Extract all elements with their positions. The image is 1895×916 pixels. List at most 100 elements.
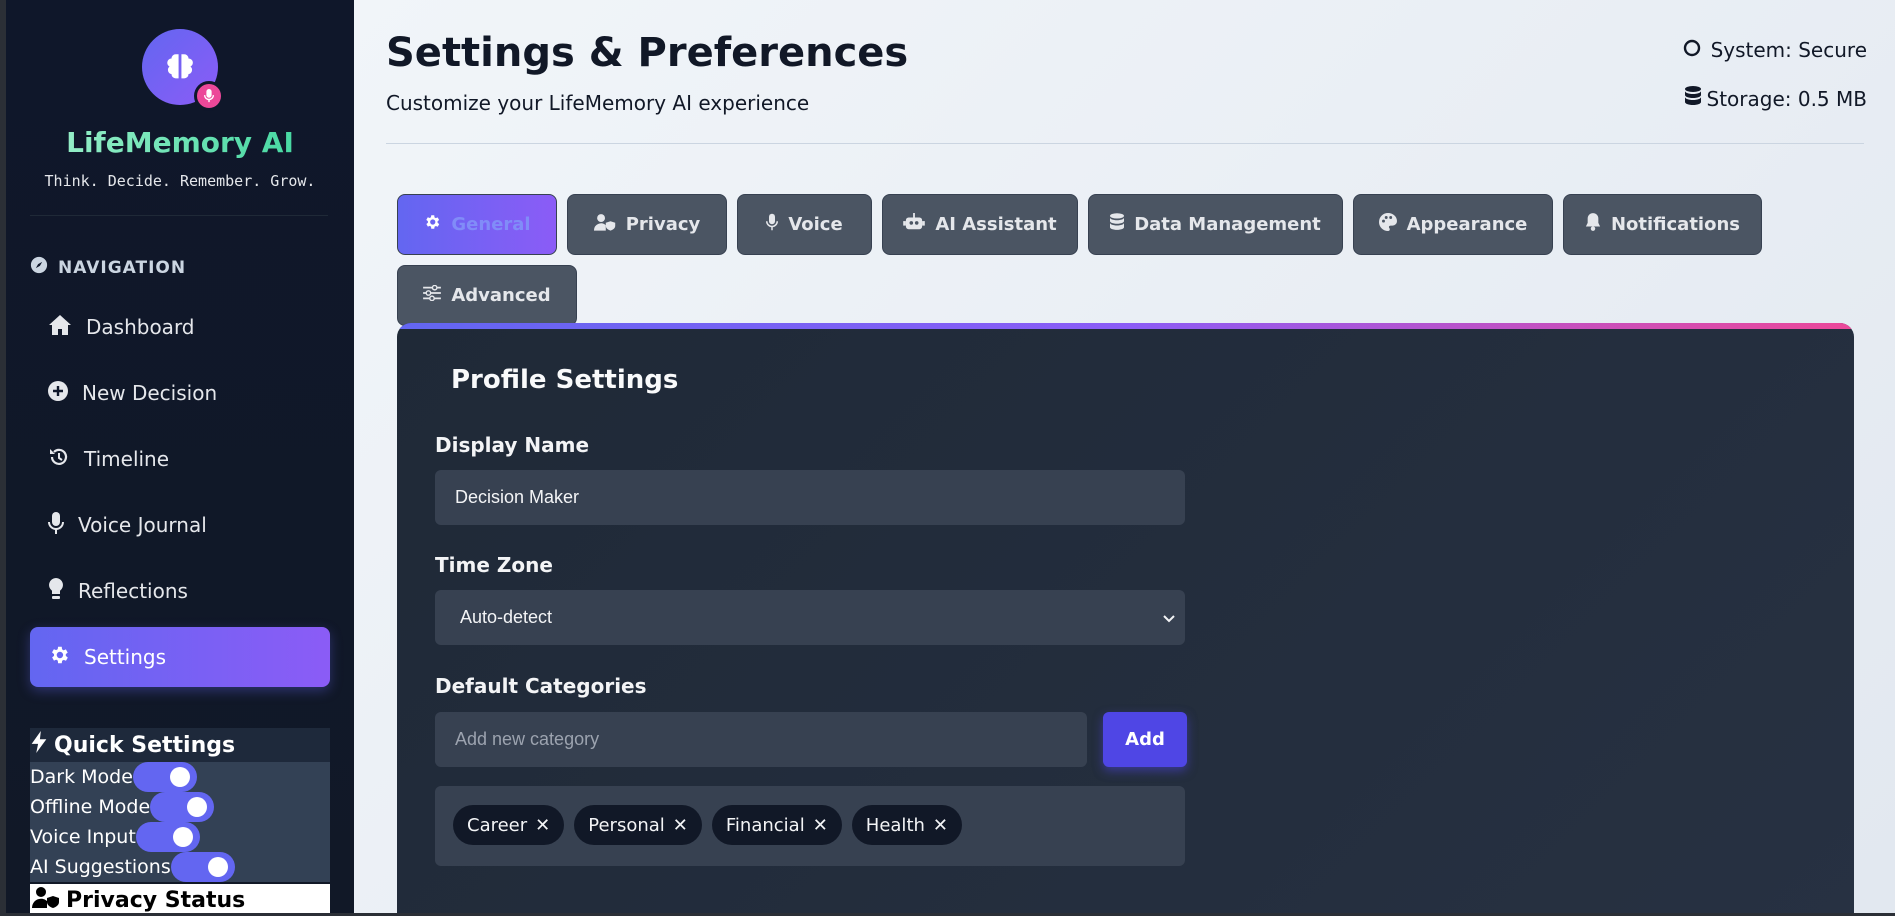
brand-tagline: Think. Decide. Remember. Grow. (44, 172, 316, 190)
storage-label: Storage: 0.5 MB (1706, 86, 1868, 111)
page-subtitle: Customize your LifeMemory AI experience (386, 91, 810, 115)
lightbulb-icon (48, 577, 64, 605)
quick-settings-panel: Quick Settings Dark Mode Offline Mode Vo… (30, 728, 330, 882)
system-status: System: Secure (1683, 38, 1867, 62)
microphone-badge-icon (194, 81, 224, 111)
status-circle-icon (1683, 38, 1701, 62)
sidebar-item-voice-journal[interactable]: Voice Journal (30, 495, 330, 555)
tab-voice[interactable]: Voice (737, 194, 872, 255)
page-title: Settings & Preferences (386, 30, 909, 76)
tab-label: Privacy (625, 214, 701, 235)
tab-general[interactable]: General (397, 194, 557, 255)
sliders-icon (423, 284, 442, 306)
category-chip: Health ✕ (851, 805, 962, 845)
categories-label: Default Categories (435, 674, 647, 698)
ai-suggestions-toggle[interactable] (170, 852, 235, 882)
gear-icon (423, 213, 441, 236)
chip-label: Personal (588, 814, 665, 836)
category-chip: Financial ✕ (711, 805, 842, 845)
database-icon (1684, 86, 1701, 111)
sidebar-item-label: Voice Journal (78, 513, 207, 537)
tab-privacy[interactable]: Privacy (567, 194, 727, 255)
close-icon[interactable]: ✕ (673, 815, 688, 836)
close-icon[interactable]: ✕ (535, 815, 550, 836)
tab-label: Voice (788, 214, 843, 235)
sidebar-item-label: Timeline (84, 447, 170, 471)
toggle-knob (207, 857, 228, 877)
sidebar: LifeMemory AI Think. Decide. Remember. G… (6, 0, 354, 913)
main-content: Settings & Preferences Customize your Li… (354, 0, 1895, 913)
app-logo (142, 29, 224, 111)
category-chip: Personal ✕ (574, 805, 702, 845)
voice-input-toggle[interactable] (135, 822, 200, 852)
quick-toggle-row: Voice Input (30, 822, 330, 852)
sidebar-item-settings[interactable]: Settings (30, 627, 330, 687)
tab-notifications[interactable]: Notifications (1563, 194, 1762, 255)
tab-ai-assistant[interactable]: AI Assistant (882, 194, 1078, 255)
tab-label: Advanced (451, 285, 551, 306)
microphone-icon (766, 213, 779, 236)
user-shield-icon (31, 886, 60, 913)
close-icon[interactable]: ✕ (813, 815, 828, 836)
toggle-knob (187, 797, 208, 817)
timezone-select[interactable]: Auto-detect (435, 590, 1185, 645)
display-name-input[interactable] (435, 470, 1185, 525)
robot-icon (903, 213, 926, 236)
sidebar-divider (30, 215, 328, 216)
tab-data-management[interactable]: Data Management (1088, 194, 1343, 255)
sidebar-item-reflections[interactable]: Reflections (30, 561, 330, 621)
tab-label: General (451, 214, 531, 235)
chip-label: Career (467, 814, 528, 836)
tab-advanced[interactable]: Advanced (397, 265, 577, 326)
add-category-button[interactable]: Add (1103, 712, 1187, 767)
nav-list: Dashboard New Decision Timeline Voice Jo… (30, 297, 330, 693)
database-icon (1110, 213, 1125, 236)
home-icon (48, 314, 72, 341)
category-chip: Career ✕ (453, 805, 565, 845)
sidebar-item-dashboard[interactable]: Dashboard (30, 297, 330, 357)
category-chip-list: Career ✕ Personal ✕ Financial ✕ Health ✕ (435, 786, 1185, 866)
user-shield-icon (593, 213, 616, 236)
dark-mode-toggle[interactable] (132, 762, 197, 792)
quick-toggle-row: AI Suggestions (30, 852, 330, 882)
chip-label: Financial (725, 814, 805, 836)
quick-toggle-label: Dark Mode (30, 766, 133, 788)
toggle-knob (172, 827, 193, 847)
brand-name: LifeMemory AI (6, 126, 354, 159)
profile-settings-panel: Profile Settings Display Name Time Zone … (397, 323, 1854, 913)
quick-settings-label: Quick Settings (54, 732, 236, 758)
sidebar-item-label: Settings (84, 645, 167, 669)
panel-title: Profile Settings (451, 365, 679, 395)
panel-accent-bar (397, 323, 1854, 329)
bolt-icon (30, 731, 48, 759)
quick-toggle-label: Offline Mode (30, 796, 151, 818)
display-name-label: Display Name (435, 433, 590, 457)
category-input[interactable] (435, 712, 1087, 767)
sidebar-item-label: Dashboard (86, 315, 195, 339)
quick-settings-title: Quick Settings (30, 728, 330, 762)
sidebar-item-new-decision[interactable]: New Decision (30, 363, 330, 423)
nav-heading-label: NAVIGATION (58, 257, 187, 278)
compass-icon (30, 256, 48, 279)
quick-toggle-label: Voice Input (30, 826, 136, 848)
palette-icon (1378, 213, 1397, 236)
tab-appearance[interactable]: Appearance (1353, 194, 1553, 255)
tab-label: Data Management (1134, 214, 1321, 235)
storage-status: Storage: 0.5 MB (1684, 86, 1868, 111)
quick-toggle-row: Offline Mode (30, 792, 330, 822)
chip-label: Health (865, 814, 925, 836)
privacy-status-label: Privacy Status (66, 887, 246, 913)
timezone-value: Auto-detect (460, 607, 553, 627)
sidebar-item-label: Reflections (78, 579, 188, 603)
sidebar-item-timeline[interactable]: Timeline (30, 429, 330, 489)
offline-mode-toggle[interactable] (150, 792, 215, 822)
tab-label: Appearance (1406, 214, 1528, 235)
quick-toggle-label: AI Suggestions (30, 856, 171, 878)
system-status-label: System: Secure (1710, 38, 1867, 62)
sidebar-item-label: New Decision (82, 381, 218, 405)
toggle-knob (169, 767, 190, 787)
tab-label: Notifications (1610, 214, 1741, 235)
close-icon[interactable]: ✕ (933, 815, 948, 836)
quick-toggle-row: Dark Mode (30, 762, 330, 792)
chevron-down-icon (1163, 607, 1175, 628)
